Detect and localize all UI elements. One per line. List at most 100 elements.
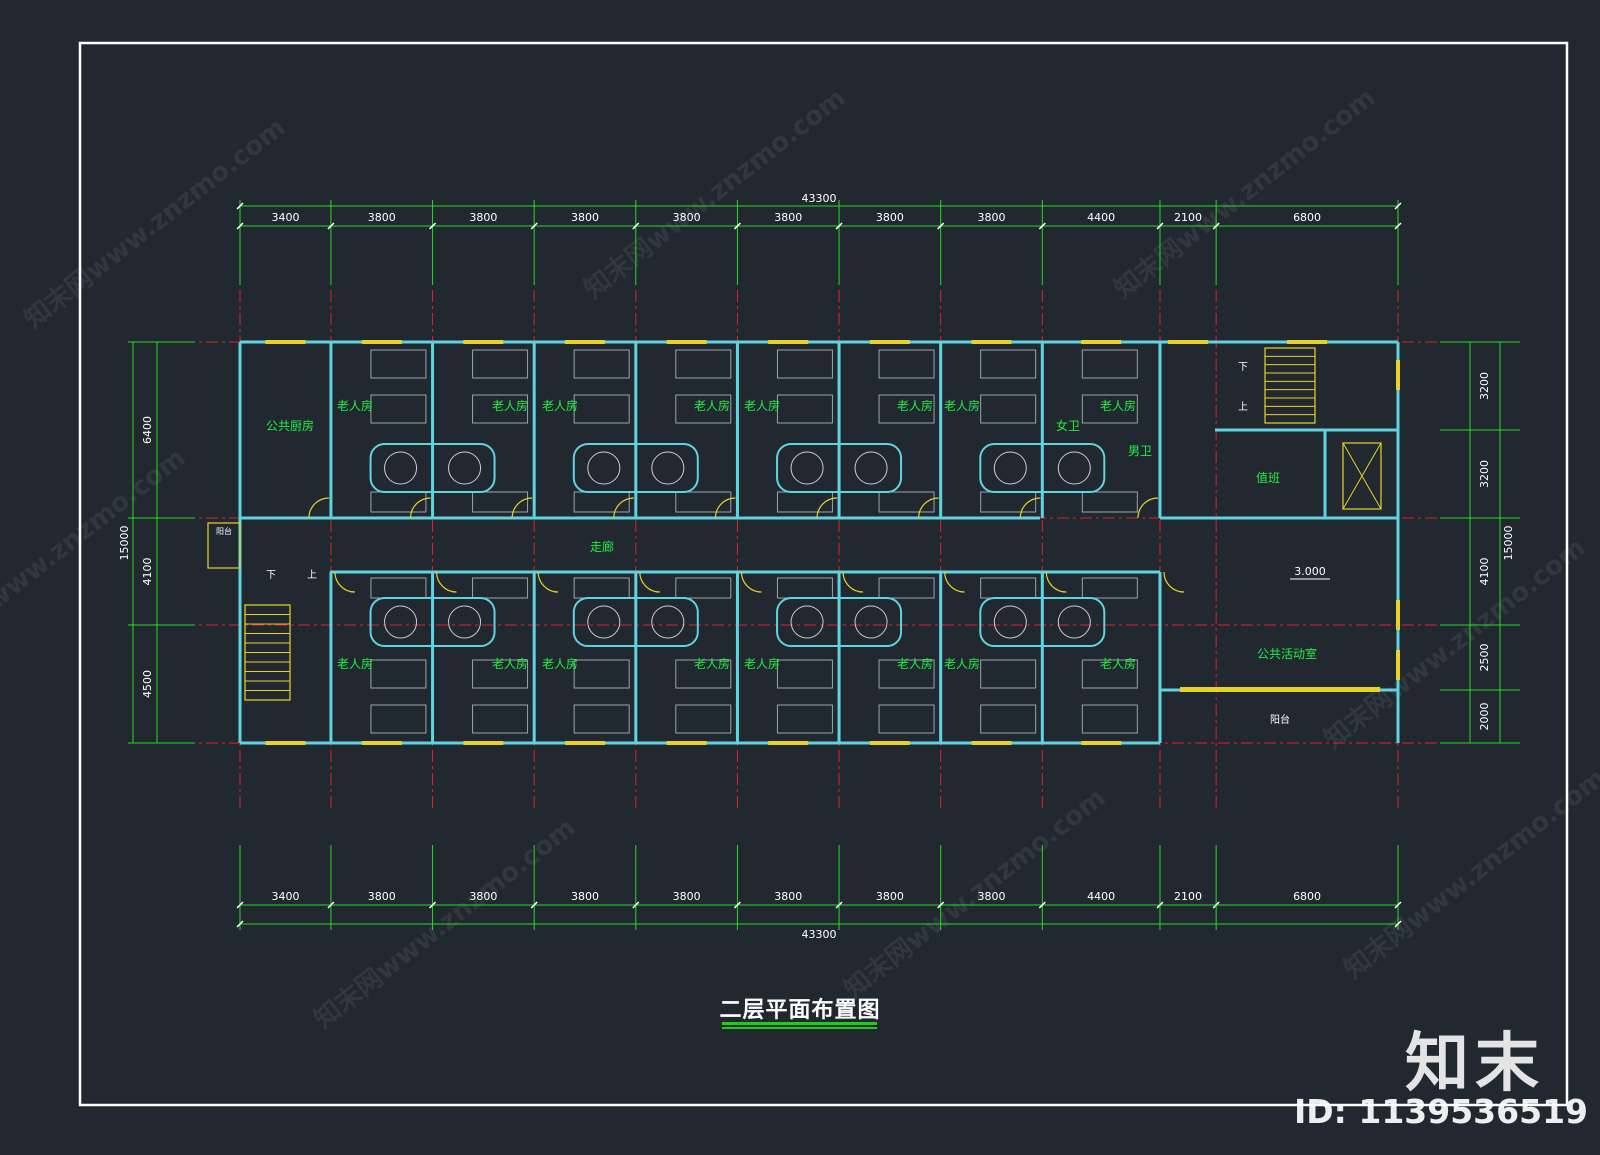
bed [675,704,732,734]
brand-logo: 知末 [1405,1027,1545,1101]
door-swing [1045,571,1067,593]
room-label-elder: 老人房 [944,656,980,671]
bed [1081,704,1138,734]
dimension-bay-label: 3400 [271,211,299,224]
shower [587,451,621,485]
room-label-elder: 老人房 [897,398,933,413]
window [666,340,707,344]
dimension-bay-label: 3800 [876,211,904,224]
dimension-row-label: 3200 [1478,372,1491,400]
bed [370,659,427,689]
bathtub [573,577,630,599]
title-underline [722,1022,877,1025]
bed [573,349,630,379]
dimension-bay-label: 3800 [673,890,701,903]
window [463,741,504,745]
room-label-elder: 老人房 [492,656,528,671]
window-east [1396,650,1400,680]
bed [573,659,630,689]
room-labels: 公共厨房老人房 老人房 老人房 老人房 老人房 老人房 老人房 老人房老人房 老人房 老人房 老人房… [216,362,1330,726]
window [265,741,306,745]
door-swing [537,571,559,593]
dimension-bay-label: 6800 [1293,890,1321,903]
stair-label-up: 上 [1238,401,1248,413]
bed [776,659,833,689]
door-swing [435,571,457,593]
room-label-women-wc: 女卫 [1056,418,1080,433]
bed [980,394,1037,424]
shower [448,605,482,639]
bathtub [878,577,935,599]
bathtub [472,577,529,599]
room-label-elder: 老人房 [337,656,373,671]
dimension-row-label: 6400 [141,416,154,444]
room-label-elder: 老人房 [897,656,933,671]
door-swing [740,571,762,593]
watermark-text: 知末网www.znzmo.com [1339,763,1600,985]
room-label-elder: 老人房 [744,398,780,413]
dimension-row-label: 2500 [1478,644,1491,672]
dimension-total-label: 43300 [802,192,837,205]
room-label-duty: 值班 [1256,470,1280,485]
window [768,340,809,344]
watermark-text: 知末网www.znzmo.com [1109,83,1381,305]
dimension-bay-label: 3800 [368,890,396,903]
dimension-row-label: 3200 [1478,460,1491,488]
dimension-bay-label: 3800 [571,890,599,903]
bed [980,349,1037,379]
bed [370,394,427,424]
shower [384,451,418,485]
shower [790,451,824,485]
dimension-bay-label: 4400 [1087,211,1115,224]
door-swing [308,497,329,519]
shower [854,451,888,485]
door-swing [409,497,431,519]
bed [878,704,935,734]
door-swing [639,571,660,593]
window [564,340,605,344]
stair-label-down: 下 [1238,362,1248,373]
room-label-balcony: 阳台 [1270,713,1290,726]
shower [993,605,1027,639]
room-label-elder: 老人房 [944,398,980,413]
door-swing [944,571,965,593]
dimension-row-label: 2000 [1478,703,1491,731]
room-label-elder: 老人房 [694,656,730,671]
bathtub [370,577,427,599]
room-label-elder: 老人房 [694,398,730,413]
dimension-bay-label: 6800 [1293,211,1321,224]
window [1081,741,1122,745]
window [1287,340,1328,344]
window-east [1396,600,1400,630]
stair-label-up: 上 [307,569,317,581]
dimension-bay-label: 3800 [571,211,599,224]
dimension-total-label: 43300 [802,928,837,941]
door-swing [1019,497,1041,519]
shower [651,451,685,485]
door-swing [816,497,838,519]
dimension-bay-label: 3800 [368,211,396,224]
shower [448,451,482,485]
bed [573,394,630,424]
bed [980,659,1037,689]
window [768,741,809,745]
floor-plan: 知末网www.znzmo.com 知末网www.znzmo.com 知末网www.z… [0,41,1600,1107]
axis-lines [160,290,1500,810]
dimension-bay-label: 3800 [977,211,1005,224]
shower [1057,451,1091,485]
door-swing [842,571,864,593]
bed [370,704,427,734]
window-balcony [1180,687,1380,692]
dimension-bay-label: 3800 [876,890,904,903]
shower [790,605,824,639]
window [463,340,504,344]
room-label-elder: 老人房 [1100,656,1136,671]
window [564,741,605,745]
watermark-text: 知末网www.znzmo.com [0,443,191,665]
elevation-mark: 3.000 [1294,565,1326,578]
bathtub [1081,491,1138,513]
room-label-elder: 老人房 [337,398,373,413]
room-label-kitchen: 公共厨房 [266,418,314,433]
watermark-text: 知末网www.znzmo.com [1319,533,1591,755]
door-swing [334,571,355,593]
